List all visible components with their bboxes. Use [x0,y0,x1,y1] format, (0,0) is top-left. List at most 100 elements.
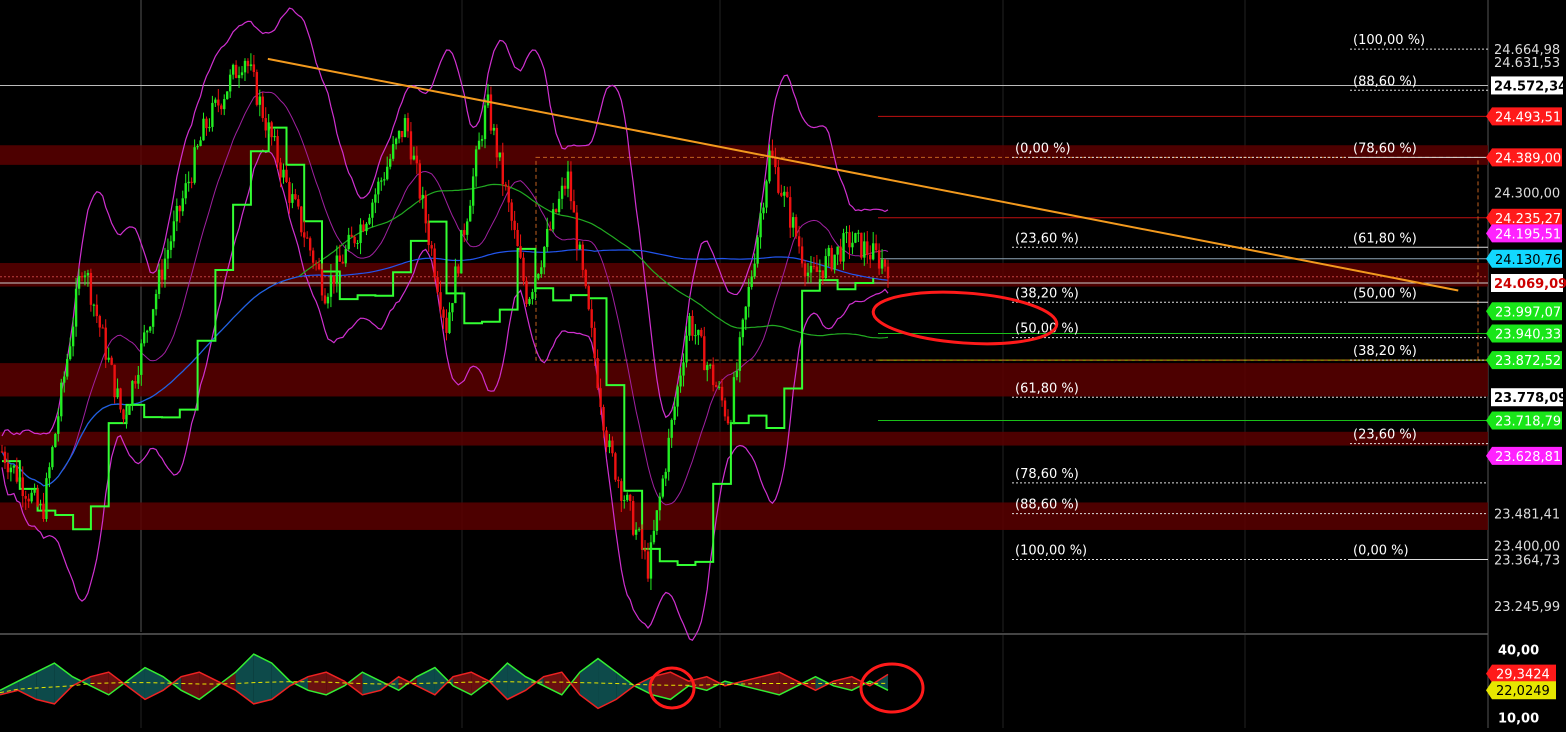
candle-body [380,180,382,181]
candle-body [386,167,388,180]
candle-body [588,286,590,309]
candle-body [451,303,453,312]
candle-body [436,277,438,292]
fib-label-middle: (23,60 %) [1015,231,1079,246]
candle-body [303,232,305,237]
candle-body [513,221,515,230]
candle-body [629,495,631,501]
candle-body [869,255,871,259]
candle-body [845,232,847,233]
candle-body [321,269,323,295]
candle-body [395,139,397,144]
price-marker-label: 23.940,33 [1495,328,1561,343]
candle-body [36,489,38,506]
candle-body [641,529,643,549]
candle-body [16,466,18,482]
price-marker-label: 24.493,51 [1495,110,1561,125]
candle-body [528,299,530,304]
candle-body [199,140,201,146]
fib-label-middle: (100,00 %) [1015,543,1087,558]
candle-body [656,510,658,531]
candle-body [196,146,198,147]
candle-body [362,224,364,231]
candle-body [543,247,545,267]
candle-body [777,167,779,193]
oscillator-marker-label: 22,0249 [1496,684,1550,699]
candle-body [632,501,634,535]
candle-body [413,156,415,160]
candle-body [105,328,107,360]
candle-body [534,278,536,292]
candle-body [419,163,421,198]
fib-label-right: (23,60 %) [1353,428,1417,443]
candle-body [881,260,883,269]
candle-body [854,233,856,243]
candle-body [300,207,302,233]
candle-body [519,246,521,258]
candle-body [282,170,284,178]
fib-label-right: (50,00 %) [1353,286,1417,301]
candle-body [499,153,501,158]
candle-body [238,75,240,78]
candle-body [522,258,524,281]
candle-body [170,241,172,250]
candle-body [312,250,314,262]
candle-body [167,250,169,259]
candle-body [676,386,678,406]
candle-body [342,262,344,264]
candle-body [220,105,222,109]
candle-body [244,61,246,72]
candle-body [878,250,880,268]
candle-body [60,383,62,417]
candle-body [662,479,664,497]
candle-body [756,237,758,263]
candle-body [7,463,9,472]
candle-body [774,158,776,168]
fib-label-middle: (88,60 %) [1015,498,1079,513]
candle-body [457,266,459,273]
candle-body [706,365,708,370]
candle-body [291,194,293,203]
candle-body [288,182,290,203]
candle-body [392,144,394,159]
candle-body [665,472,667,479]
candle-body [158,270,160,294]
candle-body [72,327,74,347]
candle-body [733,377,735,422]
candle-body [241,72,243,75]
candle-body [481,139,483,141]
candle-body [25,496,27,499]
candle-body [217,100,219,106]
candle-body [404,118,406,137]
candle-body [442,310,444,318]
oscillator-tick-label: 10,00 [1498,711,1539,726]
candle-body [836,247,838,255]
fib-label-right: (78,60 %) [1353,141,1417,156]
candle-body [493,128,495,131]
candle-body [851,243,853,248]
candle-body [107,358,109,360]
candle-body [155,294,157,309]
price-marker-label: 24.389,00 [1495,151,1561,166]
candle-body [48,467,50,478]
candle-body [496,128,498,157]
candle-body [872,243,874,259]
candle-body [759,213,761,237]
candle-body [700,330,702,336]
candle-body [611,441,613,454]
candle-body [828,248,830,256]
axis-tick-label: 24.572,34 [1494,79,1566,94]
candle-body [330,275,332,296]
candle-body [235,65,237,78]
candle-body [4,452,6,463]
candle-body [685,336,687,363]
candle-body [579,245,581,250]
candle-body [653,531,655,542]
candle-body [697,330,699,335]
fib-label-right: (38,20 %) [1353,344,1417,359]
candle-body [549,229,551,230]
candle-body [635,530,637,535]
candle-body [256,72,258,105]
candle-body [596,358,598,388]
candle-body [262,97,264,119]
